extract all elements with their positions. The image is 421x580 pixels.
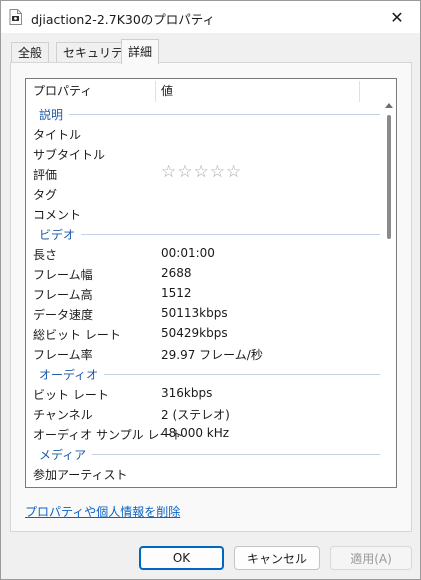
vertical-scrollbar[interactable]	[383, 103, 395, 487]
property-row-data-rate[interactable]: データ速度 50113kbps	[26, 303, 382, 323]
property-row-audio-bitrate[interactable]: ビット レート 316kbps	[26, 383, 382, 403]
property-key: 長さ	[33, 248, 58, 262]
property-key: フレーム率	[33, 348, 93, 362]
property-key: チャンネル	[33, 408, 93, 422]
group-header-video: ビデオ	[26, 223, 382, 243]
property-value: 1512	[161, 286, 192, 300]
column-value[interactable]: 値	[161, 79, 173, 103]
property-value: 00:01:00	[161, 246, 215, 260]
group-name: オーディオ	[39, 366, 105, 383]
property-key: 総ビット レート	[33, 328, 121, 342]
star-icon[interactable]: ☆	[161, 162, 177, 182]
property-key: データ速度	[33, 308, 94, 322]
property-key: 評価	[33, 168, 58, 182]
property-key: ビット レート	[33, 388, 109, 402]
tab-general[interactable]: 全般	[11, 42, 50, 63]
star-icon[interactable]: ☆	[194, 162, 210, 182]
property-key: タイトル	[33, 128, 82, 142]
property-list[interactable]: プロパティ 値 説明 タイトル サブタイトル 評価 ☆☆☆☆☆ タグ コメント …	[25, 78, 397, 488]
remove-properties-link[interactable]: プロパティや個人情報を削除	[25, 503, 180, 520]
property-row-title[interactable]: タイトル	[26, 123, 382, 143]
file-icon	[9, 9, 22, 25]
property-row-comments[interactable]: コメント	[26, 203, 382, 223]
group-name: 説明	[39, 106, 70, 123]
scroll-thumb[interactable]	[387, 115, 391, 239]
property-value: 50429kbps	[161, 326, 228, 340]
column-divider[interactable]	[155, 81, 156, 102]
property-rows: 説明 タイトル サブタイトル 評価 ☆☆☆☆☆ タグ コメント ビデオ 長さ 0…	[26, 103, 382, 483]
property-value: 2 (ステレオ)	[161, 408, 230, 422]
property-key: フレーム高	[33, 288, 93, 302]
property-key: フレーム幅	[33, 268, 93, 282]
property-value: 50113kbps	[161, 306, 228, 320]
close-icon: ✕	[390, 7, 404, 27]
cancel-button[interactable]: キャンセル	[234, 546, 320, 570]
property-row-sample-rate[interactable]: オーディオ サンプル レート 48.000 kHz	[26, 423, 382, 443]
property-row-frame-height[interactable]: フレーム高 1512	[26, 283, 382, 303]
property-key: コメント	[33, 208, 82, 222]
close-button[interactable]: ✕	[374, 1, 420, 33]
star-icon[interactable]: ☆	[226, 162, 242, 182]
star-icon[interactable]: ☆	[210, 162, 226, 182]
properties-dialog: djiaction2-2.7K30のプロパティ ✕ 全般 セキュリティ 詳細 プ…	[0, 0, 421, 580]
group-header-description: 説明	[26, 103, 382, 123]
title-bar: djiaction2-2.7K30のプロパティ ✕	[1, 1, 420, 33]
property-value: 316kbps	[161, 386, 213, 400]
star-icon[interactable]: ☆	[177, 162, 193, 182]
group-divider	[39, 234, 380, 235]
property-row-frame-width[interactable]: フレーム幅 2688	[26, 263, 382, 283]
column-header: プロパティ 値	[26, 79, 396, 103]
property-row-total-bitrate[interactable]: 総ビット レート 50429kbps	[26, 323, 382, 343]
group-name: ビデオ	[39, 226, 82, 243]
column-divider[interactable]	[359, 81, 360, 102]
property-value: 48.000 kHz	[161, 426, 230, 440]
details-panel: プロパティ 値 説明 タイトル サブタイトル 評価 ☆☆☆☆☆ タグ コメント …	[10, 62, 412, 532]
group-divider	[39, 114, 380, 115]
ok-button[interactable]: OK	[139, 546, 224, 570]
tab-details[interactable]: 詳細	[121, 39, 160, 64]
property-row-tags[interactable]: タグ	[26, 183, 382, 203]
scroll-up-arrow-icon[interactable]	[385, 103, 393, 108]
window-title: djiaction2-2.7K30のプロパティ	[31, 12, 216, 27]
property-key: 参加アーティスト	[33, 468, 128, 482]
apply-button[interactable]: 適用(A)	[330, 546, 412, 570]
property-value: 29.97 フレーム/秒	[161, 348, 263, 362]
property-row-frame-rate[interactable]: フレーム率 29.97 フレーム/秒	[26, 343, 382, 363]
property-key: サブタイトル	[33, 148, 106, 162]
group-header-audio: オーディオ	[26, 363, 382, 383]
property-row-contributing-artists[interactable]: 参加アーティスト	[26, 463, 382, 483]
group-header-media: メディア	[26, 443, 382, 463]
property-row-subtitle[interactable]: サブタイトル	[26, 143, 382, 163]
property-value: 2688	[161, 266, 192, 280]
property-key: タグ	[33, 188, 58, 202]
property-row-rating[interactable]: 評価 ☆☆☆☆☆	[26, 162, 382, 183]
dialog-footer: OK キャンセル 適用(A)	[1, 532, 420, 579]
rating-stars[interactable]: ☆☆☆☆☆	[161, 162, 242, 182]
group-name: メディア	[39, 446, 93, 463]
property-row-channels[interactable]: チャンネル 2 (ステレオ)	[26, 403, 382, 423]
property-row-length[interactable]: 長さ 00:01:00	[26, 243, 382, 263]
column-property[interactable]: プロパティ	[33, 79, 92, 103]
